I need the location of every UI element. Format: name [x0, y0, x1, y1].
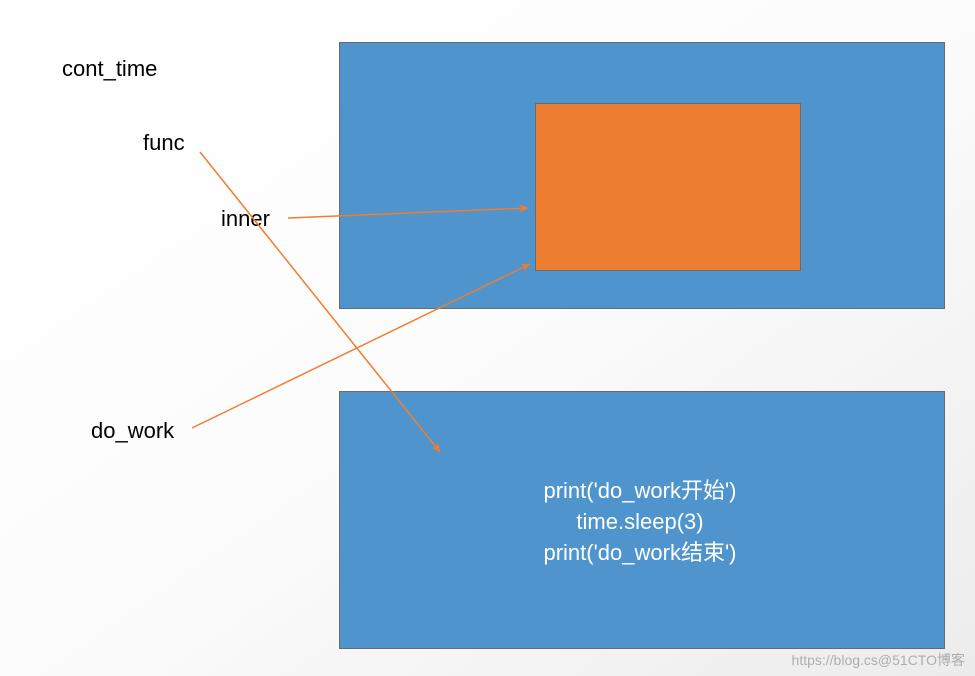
do-work-label: do_work — [91, 418, 174, 444]
watermark: https://blog.cs@51CTO博客 — [792, 650, 965, 670]
inner-label: inner — [221, 206, 270, 232]
diagram-stage: cont_time func inner do_work print('do_w… — [0, 0, 975, 676]
code-line-3: print('do_work结束') — [520, 538, 760, 569]
cont-time-label: cont_time — [62, 56, 157, 82]
code-line-1: print('do_work开始') — [520, 476, 760, 507]
func-label: func — [143, 130, 185, 156]
do-work-code: print('do_work开始') time.sleep(3) print('… — [520, 476, 760, 568]
code-line-2: time.sleep(3) — [520, 507, 760, 538]
inner-box — [535, 103, 801, 271]
